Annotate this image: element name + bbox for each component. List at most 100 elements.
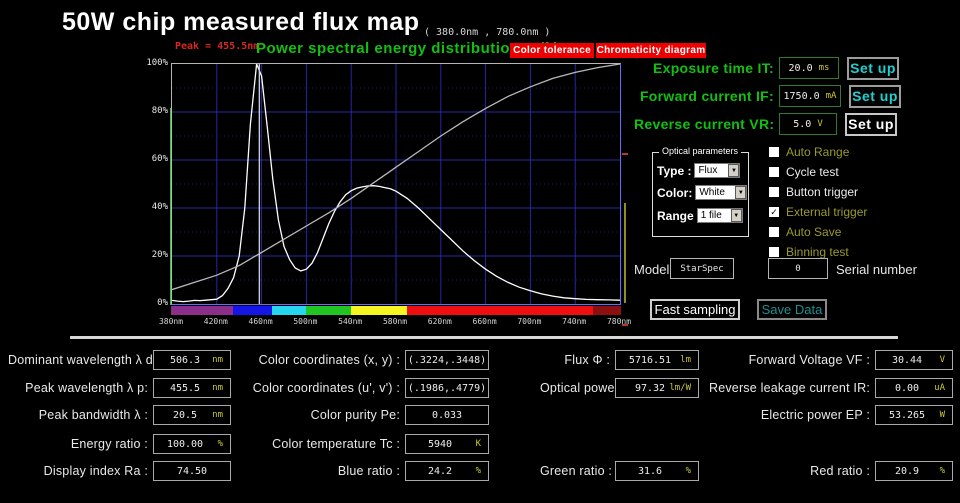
control-value-box[interactable]: 5.0 V xyxy=(779,113,837,135)
readout-field: Peak wavelength λ p: 455.5 nm xyxy=(8,378,231,398)
olive-tick-upper-icon xyxy=(622,153,628,155)
chart-y-tick: 0% xyxy=(157,298,168,308)
readout-value-box[interactable]: 97.32 lm/W xyxy=(615,378,699,398)
optical-parameters-title: Optical parameters xyxy=(659,146,741,156)
chart-y-tick: 40% xyxy=(152,202,168,212)
readout-value-box[interactable]: 30.44 V xyxy=(875,350,953,370)
optical-param-label: Range xyxy=(657,209,694,223)
readout-label: Reverse leakage current IR: xyxy=(690,381,870,395)
optical-param-select[interactable]: Flux ▼ xyxy=(694,163,740,178)
chart-x-tick: 780nm xyxy=(607,317,631,326)
checkbox-binning-test[interactable]: Binning test xyxy=(769,245,849,259)
chart-x-tick: 580nm xyxy=(383,317,407,326)
readout-value-box[interactable]: 24.2 % xyxy=(405,461,489,481)
chevron-down-icon[interactable]: ▼ xyxy=(735,186,746,199)
checkbox-box-icon[interactable] xyxy=(769,247,779,257)
checkbox-button-trigger[interactable]: Button trigger xyxy=(769,185,858,199)
spectrum-band xyxy=(272,306,306,315)
readout-field: Optical power η v : 97.32 lm/W xyxy=(540,378,699,398)
checkbox-cycle-test[interactable]: Cycle test xyxy=(769,165,839,179)
control-row: Exposure time IT: 20.0 ms Set up xyxy=(634,56,899,80)
chart-x-tick: 380nm xyxy=(159,317,183,326)
chart-x-axis: 380nm420nm460nm500nm540nm580nm620nm660nm… xyxy=(132,317,632,331)
readout-value-box[interactable]: 506.3 nm xyxy=(153,350,231,370)
optical-param-row: Color: White ▼ xyxy=(657,185,747,200)
readout-unit: V xyxy=(940,355,945,365)
readout-value-box[interactable]: (.1986,.4779) xyxy=(405,378,489,398)
checkbox-box-icon[interactable] xyxy=(769,167,779,177)
chart-plot-area[interactable] xyxy=(171,63,621,305)
readout-unit: nm xyxy=(212,410,223,420)
control-label: Exposure time IT: xyxy=(634,60,774,76)
chart-x-tick: 700nm xyxy=(517,317,541,326)
readout-value-box[interactable]: (.3224,.3448) xyxy=(405,350,489,370)
readout-label: Red ratio : xyxy=(690,464,870,478)
control-value-box[interactable]: 1750.0 mA xyxy=(779,85,841,107)
checkbox-external-trigger[interactable]: ✓ External trigger xyxy=(769,205,867,219)
readout-label: Peak wavelength λ p: xyxy=(8,381,148,395)
readout-field: Display index Ra : 74.50 xyxy=(8,461,231,481)
chart-y-tick: 60% xyxy=(152,154,168,164)
setup-button[interactable]: Set up xyxy=(847,57,899,80)
checkbox-box-icon[interactable] xyxy=(769,187,779,197)
checkbox-auto-range[interactable]: Auto Range xyxy=(769,145,849,159)
optical-param-row: Type : Flux ▼ xyxy=(657,163,740,178)
optical-param-label: Color: xyxy=(657,186,692,200)
readout-value-box[interactable]: 5716.51 lm xyxy=(615,350,699,370)
readout-value-box[interactable]: 455.5 nm xyxy=(153,378,231,398)
readout-value-box[interactable]: 53.265 W xyxy=(875,405,953,425)
readout-field: Color temperature Tc : 5940 K xyxy=(252,434,489,454)
readout-value-box[interactable]: 5940 K xyxy=(405,434,489,454)
control-label: Reverse current VR: xyxy=(634,116,774,132)
setup-button[interactable]: Set up xyxy=(849,85,901,108)
app-window: 50W chip measured flux map ( 380.0nm , 7… xyxy=(0,0,960,503)
control-value-box[interactable]: 20.0 ms xyxy=(779,57,839,79)
checkbox-auto-save[interactable]: Auto Save xyxy=(769,225,841,239)
checkbox-label: Binning test xyxy=(786,245,849,259)
visible-spectrum-bar xyxy=(171,306,621,315)
spectrum-band xyxy=(306,306,351,315)
readout-value: 0.033 xyxy=(406,410,488,421)
checkbox-box-icon[interactable] xyxy=(769,147,779,157)
spectrum-band xyxy=(171,306,233,315)
setup-button[interactable]: Set up xyxy=(845,113,897,136)
control-unit: mA xyxy=(826,91,837,101)
readout-label: Electric power EP : xyxy=(690,408,870,422)
readout-label: Display index Ra : xyxy=(8,464,148,478)
readout-label: Color coordinates (u', v') : xyxy=(252,381,400,395)
optical-param-select[interactable]: 1 file ▼ xyxy=(697,208,743,223)
readout-value-box[interactable]: 20.5 nm xyxy=(153,405,231,425)
checkbox-box-icon[interactable] xyxy=(769,227,779,237)
checkbox-box-icon[interactable]: ✓ xyxy=(769,207,779,217)
readout-value-box[interactable]: 0.00 uA xyxy=(875,378,953,398)
model-value-box[interactable]: StarSpec xyxy=(670,258,734,279)
save-data-button[interactable]: Save Data xyxy=(757,299,827,320)
serial-number-box[interactable]: 0 xyxy=(768,258,828,279)
spectrum-chart: 0%20%40%60%80%100% 380nm420nm460nm500nm5… xyxy=(132,56,632,331)
readout-label: Forward Voltage VF : xyxy=(690,353,870,367)
chevron-down-icon[interactable]: ▼ xyxy=(728,164,739,177)
readout-value-box[interactable]: 100.00 % xyxy=(153,434,231,454)
readout-unit: uA xyxy=(934,383,945,393)
chart-y-axis: 0%20%40%60%80%100% xyxy=(132,56,168,310)
readout-value-box[interactable]: 31.6 % xyxy=(615,461,699,481)
chart-y-tick: 100% xyxy=(146,58,168,68)
checkbox-label: External trigger xyxy=(786,205,867,219)
readout-field: Peak bandwidth λ : 20.5 nm xyxy=(8,405,231,425)
readout-value-box[interactable]: 74.50 xyxy=(153,461,231,481)
control-value: 5.0 xyxy=(793,119,811,130)
readout-value: (.1986,.4779) xyxy=(406,383,488,394)
checkbox-label: Cycle test xyxy=(786,165,839,179)
chart-x-tick: 540nm xyxy=(338,317,362,326)
readout-unit: K xyxy=(476,439,481,449)
fast-sampling-button[interactable]: Fast sampling xyxy=(650,299,740,320)
control-row: Forward current IF: 1750.0 mA Set up xyxy=(634,84,901,108)
readout-field: Flux Φ : 5716.51 lm xyxy=(540,350,699,370)
chevron-down-icon[interactable]: ▼ xyxy=(731,209,742,222)
optical-param-select[interactable]: White ▼ xyxy=(695,185,747,200)
readout-value-box[interactable]: 0.033 xyxy=(405,405,489,425)
readout-unit: % xyxy=(476,466,481,476)
readout-unit: % xyxy=(218,439,223,449)
readout-label: Green ratio : xyxy=(540,464,610,478)
readout-value-box[interactable]: 20.9 % xyxy=(875,461,953,481)
